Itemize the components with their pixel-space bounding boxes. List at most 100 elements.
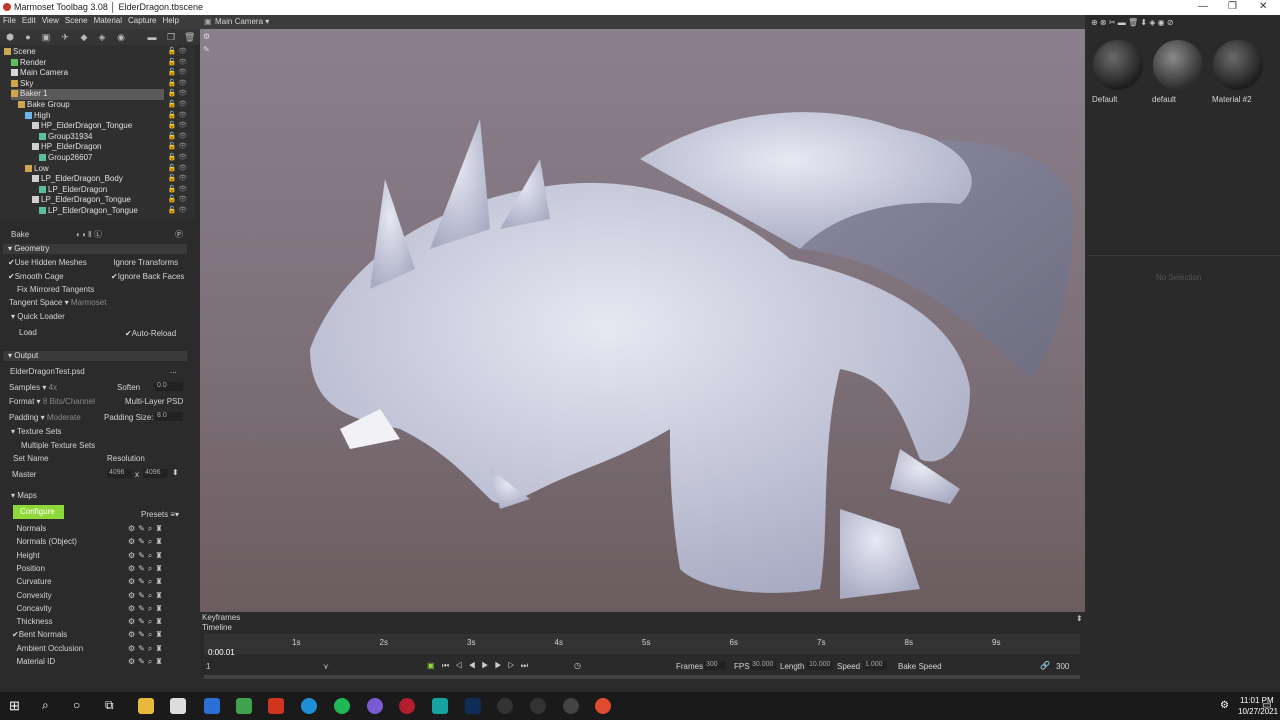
load-button[interactable]: Load [19,328,37,337]
scene-tree-item[interactable]: Group26607 [39,153,92,164]
visibility-icon[interactable]: 🔓 👁 [167,206,187,214]
material-sphere-material-2[interactable] [1213,40,1263,90]
discord-icon[interactable] [367,698,383,714]
resolution-width[interactable]: 4096 [107,469,132,478]
configure-button[interactable]: Configure [13,505,64,519]
chrome-icon[interactable] [595,698,611,714]
add-mesh-icon[interactable]: ◈ [97,32,107,42]
map-item[interactable]: Normals [12,524,46,533]
visibility-icon[interactable]: 🔓 👁 [167,185,187,193]
duplicate-icon[interactable]: ❐ [166,32,176,42]
multi-layer-checkbox[interactable]: Multi-Layer PSD [125,397,183,406]
quick-loader-header[interactable]: ▾ Quick Loader [11,312,65,321]
bake-button[interactable]: Bake [11,230,29,239]
map-settings-icons[interactable]: ⚙✎⌕♜ [128,537,166,547]
scene-tree-item[interactable]: LP_ElderDragon_Tongue [32,195,131,206]
clock-date[interactable]: 10/27/2021 [1238,707,1278,716]
menu-view[interactable]: View [39,15,62,26]
mail-icon[interactable] [204,698,220,714]
scene-tree-item[interactable]: LP_ElderDragon [39,185,107,196]
fps-input[interactable]: 30.000 [750,661,776,670]
maximize-icon[interactable]: ❐ [1228,1,1237,12]
visibility-icon[interactable]: 🔓 👁 [167,100,187,108]
scene-tree-item[interactable]: HP_ElderDragon [32,142,101,153]
menu-help[interactable]: Help [160,15,182,26]
visibility-icon[interactable]: 🔓 👁 [167,121,187,129]
visibility-icon[interactable]: 🔓 👁 [167,111,187,119]
padding-size-input[interactable]: 8.0 [155,412,183,421]
presets-dropdown[interactable]: Presets ≡▾ [141,510,179,519]
add-camera-icon[interactable]: ▣ [41,32,51,42]
folder-icon[interactable]: ▬ [147,32,157,42]
map-item[interactable]: Convexity [12,591,51,600]
unity-icon[interactable] [563,698,579,714]
timeline-scrollbar[interactable] [204,675,1080,679]
scene-tree-item[interactable]: Bake Group [18,100,70,111]
scene-tree-item[interactable]: Group31934 [39,132,92,143]
cortana-icon[interactable]: ○ [73,698,80,712]
add-object-icon[interactable]: ⬢ [5,32,15,42]
camera-icon[interactable]: ▣ [204,17,212,26]
fix-mirrored-checkbox[interactable]: Fix Mirrored Tangents [17,285,94,294]
visibility-icon[interactable]: 🔓 👁 [167,142,187,150]
resolution-stepper-icon[interactable]: ⬍ [172,468,179,477]
map-settings-icons[interactable]: ⚙✎⌕♜ [128,564,166,574]
scene-tree-item[interactable]: Baker 1 [11,89,164,100]
frames-input[interactable]: 300 [704,661,726,670]
bake-options-icon[interactable]: ◐◑ Ⅱ Ⓛ [76,229,102,240]
edge-icon[interactable] [301,698,317,714]
link-icon[interactable]: 🔗 [1040,661,1050,670]
format-dropdown[interactable]: Format ▾ 8 Bits/Channel [9,397,95,406]
material-toolbar-icons[interactable]: ⊕ ⊗ ✂ ▬ 🗑 ⬇ ◈ ◉ ⊘ [1091,18,1174,27]
add-sky-icon[interactable]: ◉ [116,32,126,42]
multiple-texture-sets-checkbox[interactable]: Multiple Texture Sets [21,441,95,450]
visibility-icon[interactable]: 🔓 👁 [167,58,187,66]
spotify-icon[interactable] [334,698,350,714]
notifications-icon[interactable]: ▭ [1262,700,1271,711]
network-icon[interactable]: ⚙ [1220,700,1229,711]
tangent-space-dropdown[interactable]: Tangent Space ▾ Marmoset [9,298,106,307]
preview-icon[interactable]: Ⓟ [175,229,183,240]
xbox-icon[interactable] [236,698,252,714]
map-settings-icons[interactable]: ⚙✎⌕♜ [128,577,166,587]
visibility-icon[interactable]: 🔓 👁 [167,195,187,203]
master-set-name[interactable]: Master [12,470,36,479]
visibility-icon[interactable]: 🔓 👁 [167,79,187,87]
map-item[interactable]: Material ID [12,657,55,666]
speed-input[interactable]: 1.000 [863,661,887,670]
scene-tree-item[interactable]: Sky [11,79,33,90]
resolution-height[interactable]: 4096 [143,469,168,478]
use-hidden-checkbox[interactable]: ✔Use Hidden Meshes [8,258,87,267]
menu-edit[interactable]: Edit [19,15,39,26]
3d-viewport[interactable]: ⚙ ✎ [200,29,1085,612]
padding-dropdown[interactable]: Padding ▾ Moderate [9,413,81,422]
visibility-icon[interactable]: 🔓 👁 [167,68,187,76]
soften-input[interactable]: 0.0 [155,382,183,391]
timeline-collapse-icon[interactable]: ⬍ [1076,614,1083,623]
texture-sets-header[interactable]: ▾ Texture Sets [11,427,62,436]
map-settings-icons[interactable]: ⚙✎⌕♜ [128,604,166,614]
end-frame[interactable]: 300 [1056,662,1069,671]
visibility-icon[interactable]: 🔓 👁 [167,89,187,97]
map-settings-icons[interactable]: ⚙✎⌕♜ [128,617,166,627]
menu-file[interactable]: File [0,15,19,26]
map-item[interactable]: Position [12,564,44,573]
bake-speed-checkbox[interactable]: Bake Speed [898,662,942,671]
clock-icon[interactable]: ◷ [574,661,581,670]
minimize-icon[interactable]: — [1198,1,1208,12]
task-view-icon[interactable]: ⧉ [105,698,114,713]
store-icon[interactable] [170,698,186,714]
length-input[interactable]: 10.000 [807,661,833,670]
add-light-icon[interactable]: ● [23,32,33,42]
smooth-cage-checkbox[interactable]: ✔Smooth Cage [8,272,64,281]
map-item[interactable]: Concavity [12,604,51,613]
map-item[interactable]: Normals (Object) [12,537,76,546]
marmoset-icon[interactable] [399,698,415,714]
close-icon[interactable]: ✕ [1259,1,1267,12]
map-settings-icons[interactable]: ⚙✎⌕♜ [128,551,166,561]
office-icon[interactable] [268,698,284,714]
maps-header[interactable]: ▾ Maps [11,491,37,500]
visibility-icon[interactable]: 🔓 👁 [167,153,187,161]
map-settings-icons[interactable]: ⚙✎⌕♜ [128,644,166,654]
start-icon[interactable]: ⊞ [9,698,20,714]
